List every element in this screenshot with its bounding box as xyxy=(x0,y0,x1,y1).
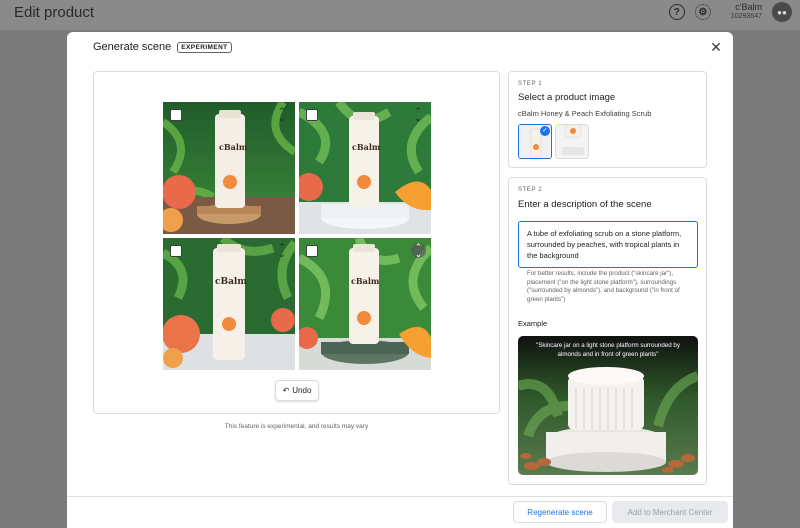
app-bar: Edit product ? ⚙ c'Balm 10293647 ●● xyxy=(0,0,800,30)
generated-image-3[interactable]: cBalm ⌃ ⌄ xyxy=(163,238,295,370)
app-toolbar: ? ⚙ c'Balm 10293647 ●● xyxy=(668,2,792,22)
dialog-title: Generate scene xyxy=(93,41,172,53)
select-image-checkbox[interactable] xyxy=(306,109,318,121)
brand-text: cBalm xyxy=(352,142,381,152)
generated-image-4[interactable]: cBalm ⌃ ⌄ xyxy=(299,238,431,370)
selected-check-icon: ✓ xyxy=(540,126,550,136)
account-name: c'Balm xyxy=(735,2,762,12)
example-label: Example xyxy=(518,319,548,328)
experimental-disclaimer: This feature is experimental, and result… xyxy=(224,423,369,430)
select-image-checkbox[interactable] xyxy=(170,109,182,121)
step-1-label: STEP 1 xyxy=(518,81,543,87)
generated-images-panel: cBalm ⌃ ⌄ cBalm ⌃ ⌄ cBalm ⌃ ⌄ cBalm ⌃ ⌄ … xyxy=(93,71,500,414)
expand-icon[interactable]: ⌃ ⌄ xyxy=(412,107,424,123)
brand-text: cBalm xyxy=(219,142,248,152)
step-1-card: STEP 1 Select a product image cBalm Hone… xyxy=(508,71,707,168)
product-name: cBalm Honey & Peach Exfoliating Scrub xyxy=(518,109,652,118)
example-caption: "Skincare jar on a light stone platform … xyxy=(536,342,680,358)
image-grid: cBalm ⌃ ⌄ cBalm ⌃ ⌄ cBalm ⌃ ⌄ cBalm ⌃ ⌄ xyxy=(163,102,431,370)
gear-icon[interactable]: ⚙ xyxy=(694,4,711,20)
select-image-checkbox[interactable] xyxy=(170,245,182,257)
example-image: "Skincare jar on a light stone platform … xyxy=(518,336,698,475)
step-1-title: Select a product image xyxy=(518,92,616,103)
undo-icon: ↶ xyxy=(282,386,290,395)
step-2-title: Enter a description of the scene xyxy=(518,199,652,210)
step-2-card: STEP 2 Enter a description of the scene … xyxy=(508,177,707,485)
product-image-2 xyxy=(556,125,588,158)
brand-text: cBalm xyxy=(351,276,380,286)
brand-text: cBalm xyxy=(215,277,247,287)
help-circle-icon[interactable]: ? xyxy=(668,4,685,20)
expand-icon[interactable]: ⌃ ⌄ xyxy=(276,107,288,123)
add-to-merchant-center-button[interactable]: Add to Merchant Center xyxy=(612,501,728,523)
account-info[interactable]: c'Balm 10293647 xyxy=(731,2,762,22)
expand-icon[interactable]: ⌃ ⌄ xyxy=(411,242,426,258)
undo-button[interactable]: ↶ Undo xyxy=(275,380,319,401)
close-icon[interactable]: ✕ xyxy=(709,40,723,54)
generated-image-2[interactable]: cBalm ⌃ ⌄ xyxy=(299,102,431,234)
expand-icon[interactable]: ⌃ ⌄ xyxy=(276,243,288,259)
account-id: 10293647 xyxy=(730,13,762,20)
generate-scene-dialog: Generate scene EXPERIMENT ✕ cBalm ⌃ ⌄ cB… xyxy=(67,32,733,528)
product-image-thumb-1[interactable]: ✓ xyxy=(518,124,552,159)
scene-description-input[interactable]: A tube of exfoliating scrub on a stone p… xyxy=(518,221,698,268)
generated-image-1[interactable]: cBalm ⌃ ⌄ xyxy=(163,102,295,234)
step-2-label: STEP 2 xyxy=(518,187,543,193)
select-image-checkbox[interactable] xyxy=(306,245,318,257)
experiment-badge: EXPERIMENT xyxy=(177,41,232,53)
undo-label: Undo xyxy=(292,386,312,395)
description-hint: For better results, include the product … xyxy=(527,270,680,303)
dialog-header: Generate scene EXPERIMENT xyxy=(93,41,232,53)
product-image-thumb-2[interactable] xyxy=(555,124,589,159)
scene-image-4: cBalm xyxy=(299,238,431,370)
avatar[interactable]: ●● xyxy=(772,2,792,22)
footer-divider xyxy=(67,496,733,497)
regenerate-scene-button[interactable]: Regenerate scene xyxy=(513,501,607,523)
page-title: Edit product xyxy=(14,4,95,21)
